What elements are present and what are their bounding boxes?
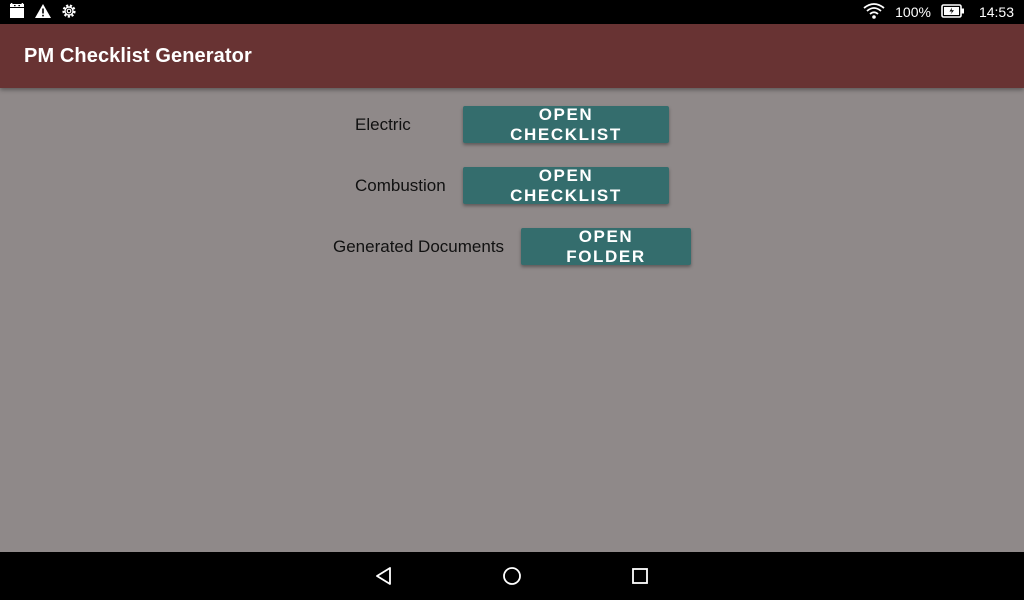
status-bar: 100% 14:53 xyxy=(0,0,1024,24)
row-label: Combustion xyxy=(355,175,446,195)
battery-icon xyxy=(941,3,965,21)
warning-icon xyxy=(34,3,52,22)
status-left-icons xyxy=(8,2,78,23)
back-icon[interactable] xyxy=(372,564,396,588)
battery-percent: 100% xyxy=(895,4,931,20)
row-label: Generated Documents xyxy=(333,236,505,256)
recents-icon[interactable] xyxy=(628,564,652,588)
row-combustion: Combustion OPEN CHECKLIST xyxy=(355,166,669,205)
gear-icon xyxy=(60,2,78,23)
home-icon[interactable] xyxy=(500,564,524,588)
status-right-icons: 100% 14:53 xyxy=(863,2,1016,22)
open-electric-checklist-button[interactable]: OPEN CHECKLIST xyxy=(463,105,669,144)
app-title: PM Checklist Generator xyxy=(24,44,252,67)
clock: 14:53 xyxy=(978,4,1014,20)
open-folder-button[interactable]: OPEN FOLDER xyxy=(521,227,691,266)
row-label: Electric xyxy=(355,114,411,134)
row-generated-documents: Generated Documents OPEN FOLDER xyxy=(333,227,691,266)
row-electric: Electric OPEN CHECKLIST xyxy=(355,105,669,144)
nav-bar xyxy=(0,552,1024,600)
wifi-icon xyxy=(863,2,885,22)
main-content: Electric OPEN CHECKLIST Combustion OPEN … xyxy=(0,88,1024,552)
open-combustion-checklist-button[interactable]: OPEN CHECKLIST xyxy=(463,166,669,205)
app-bar: PM Checklist Generator xyxy=(0,24,1024,88)
android-icon xyxy=(8,2,26,22)
